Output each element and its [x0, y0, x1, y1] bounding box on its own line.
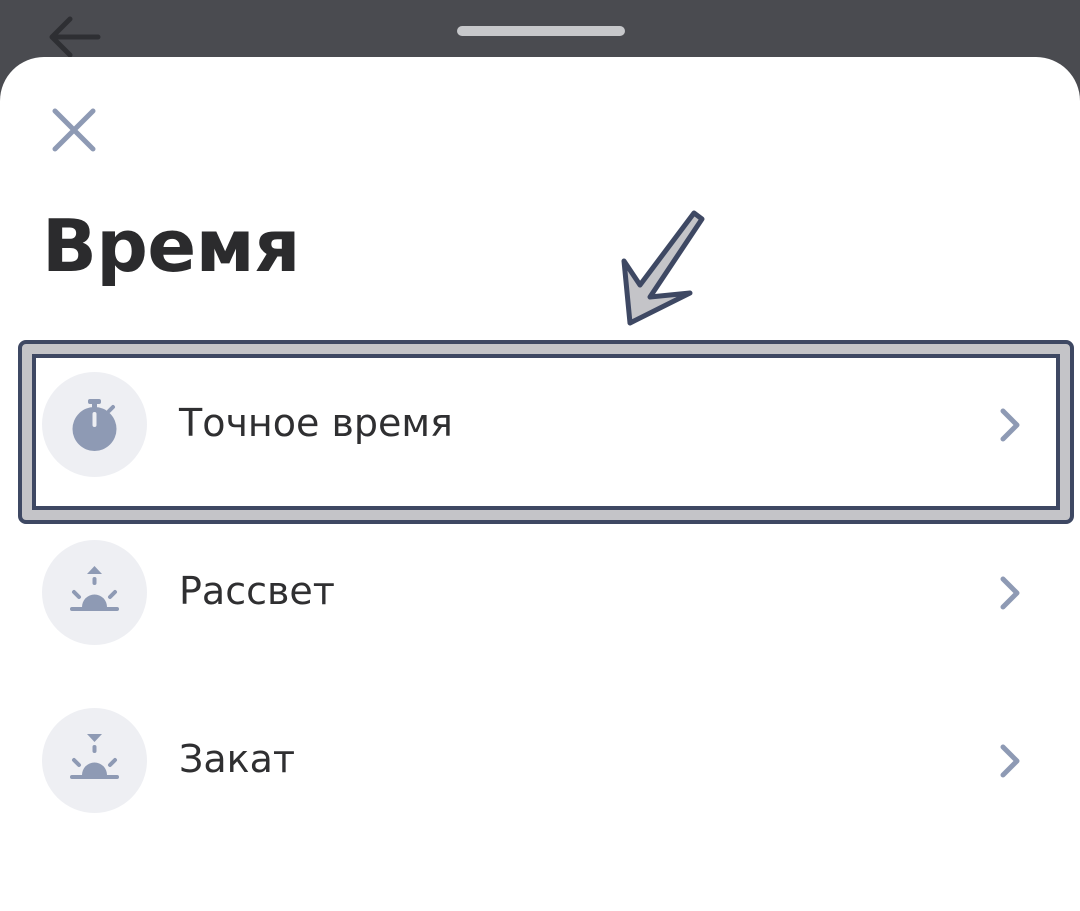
close-icon[interactable] — [48, 104, 100, 156]
item-label: Рассвет — [179, 569, 335, 613]
arrow-left-icon[interactable] — [44, 12, 104, 62]
icon-container — [42, 708, 147, 813]
icon-container — [42, 372, 147, 477]
pointer-arrow-icon — [621, 210, 705, 326]
chevron-right-icon — [1000, 744, 1020, 778]
sheet-grabber[interactable] — [457, 26, 625, 36]
list-item-sunset[interactable]: Закат — [0, 676, 1080, 844]
page-title: Время — [42, 204, 300, 288]
item-label: Закат — [179, 737, 296, 781]
icon-container — [42, 540, 147, 645]
list-item-exact-time[interactable]: Точное время — [0, 340, 1080, 508]
sunset-icon — [70, 734, 119, 779]
item-label: Точное время — [179, 401, 453, 445]
chevron-right-icon — [1000, 408, 1020, 442]
list-item-sunrise[interactable]: Рассвет — [0, 508, 1080, 676]
sunrise-icon — [70, 566, 119, 611]
stopwatch-icon — [72, 399, 117, 451]
chevron-right-icon — [1000, 576, 1020, 610]
